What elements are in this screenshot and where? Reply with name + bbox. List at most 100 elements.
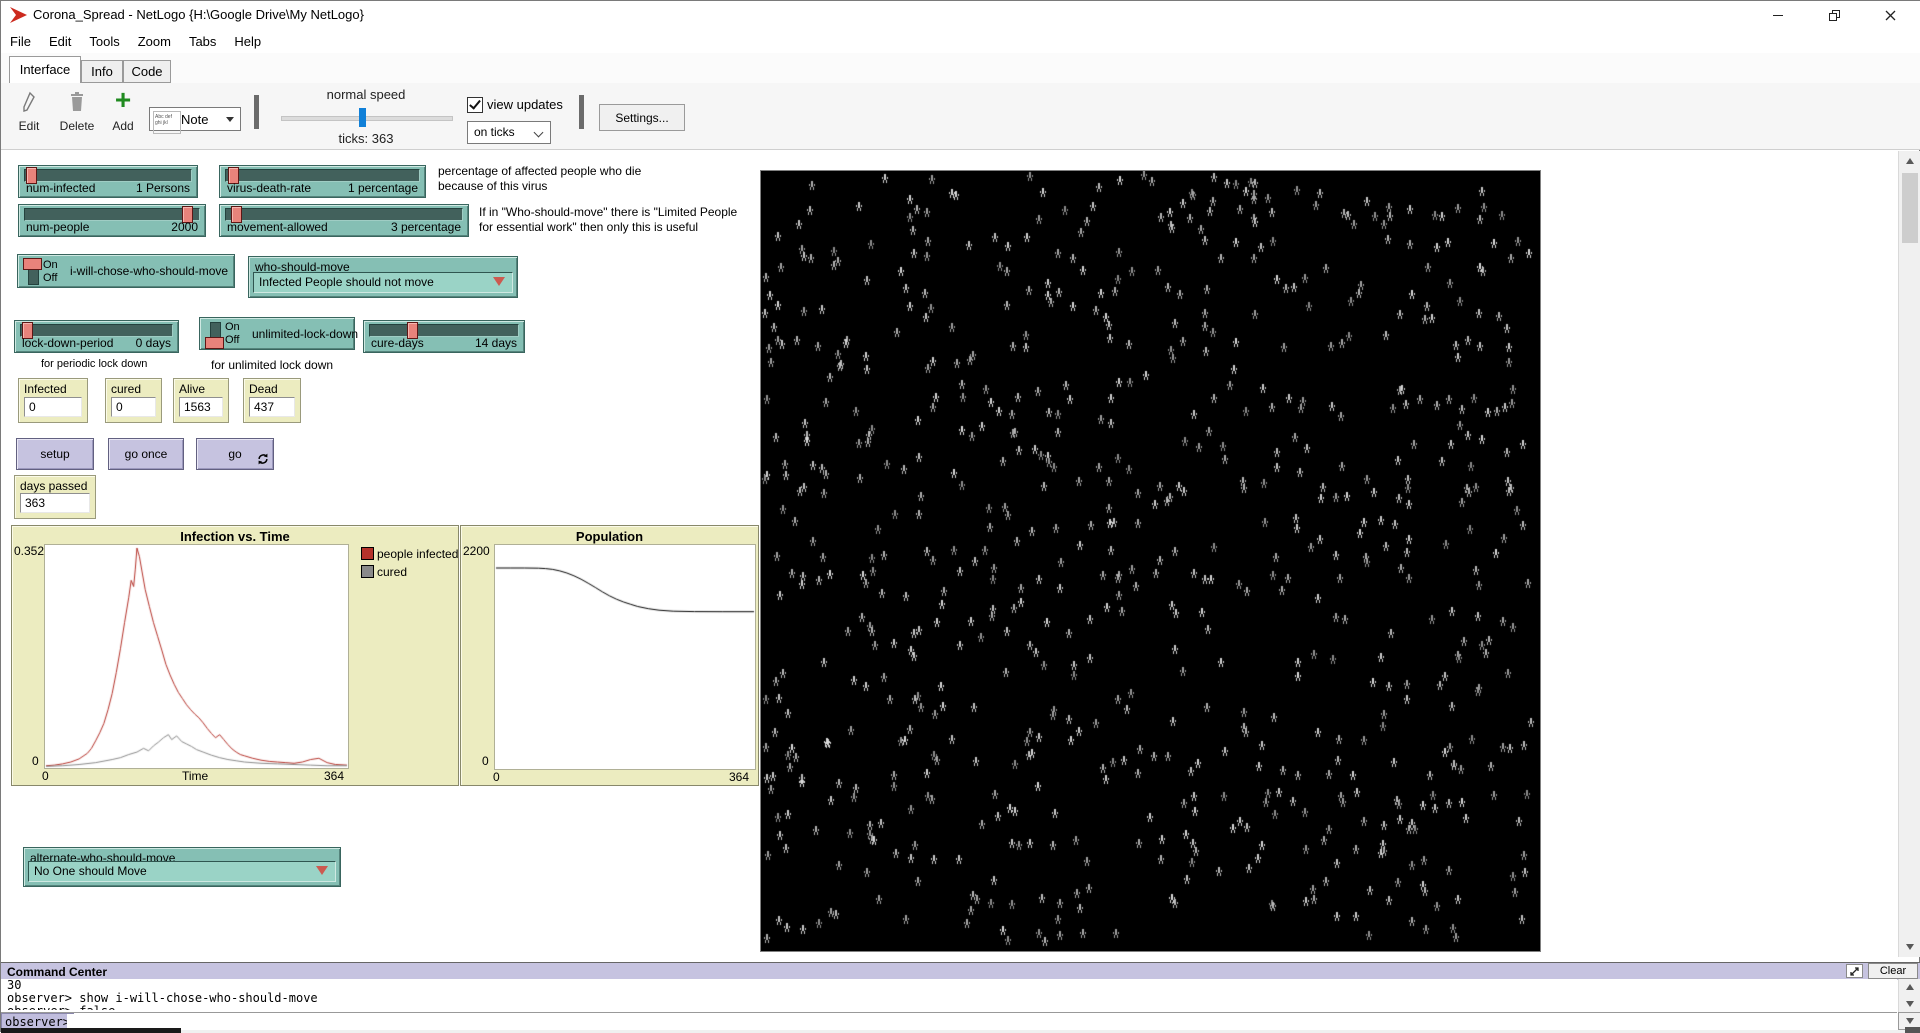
x-axis-max-label: 364 (324, 769, 344, 783)
setup-button[interactable]: setup (16, 438, 94, 470)
switch-on-label: On (43, 260, 58, 271)
go-button[interactable]: go (196, 438, 274, 470)
monitor-dead: Dead437 (243, 378, 301, 423)
legend-label-cured: cured (377, 565, 407, 579)
monitor-days-passed: days passed363 (14, 475, 96, 519)
chooser-arrow-icon (316, 866, 328, 875)
slider-num-people[interactable]: num-people 2000 (18, 204, 206, 237)
menu-tabs[interactable]: Tabs (180, 34, 225, 49)
tab-interface[interactable]: Interface (9, 56, 81, 83)
main-scrollbar[interactable] (1898, 151, 1920, 957)
chooser-who-should-move[interactable]: who-should-move Infected People should n… (248, 256, 518, 298)
restore-button[interactable] (1811, 1, 1857, 29)
menu-help[interactable]: Help (225, 34, 270, 49)
monitor-value: 363 (20, 493, 90, 513)
tab-info[interactable]: Info (81, 60, 123, 83)
ticks-counter: ticks: 363 (291, 131, 441, 146)
command-center-expand-button[interactable] (1846, 964, 1863, 978)
clear-button[interactable]: Clear (1868, 963, 1918, 979)
view-updates-label: view updates (487, 97, 563, 112)
widget-type-dropdown[interactable]: Abc def ghi jkl Note (149, 107, 241, 131)
go-once-button-label: go once (125, 447, 168, 461)
output-scroll-up[interactable] (1900, 979, 1920, 995)
slider-name: virus-death-rate (227, 181, 311, 195)
trash-icon (69, 91, 85, 113)
slider-name: num-people (26, 220, 89, 234)
switch-i-will-chose-who-should-move[interactable]: On Off i-will-chose-who-should-move (17, 254, 235, 288)
edit-tool-button[interactable] (15, 91, 43, 115)
menu-tools[interactable]: Tools (80, 34, 128, 49)
chooser-value[interactable]: No One should Move (28, 861, 336, 882)
speed-slider-handle[interactable] (359, 108, 366, 127)
slider-num-infected[interactable]: num-infected1 Persons (18, 165, 198, 198)
monitor-value: 1563 (179, 397, 223, 417)
scroll-up-button[interactable] (1900, 152, 1920, 170)
minimize-button[interactable] (1755, 1, 1801, 29)
slider-value: 1 Persons (136, 181, 190, 195)
scrollbar-thumb[interactable] (1902, 173, 1918, 243)
output-scroll-down[interactable] (1900, 996, 1920, 1012)
view-updates-checkbox[interactable] (467, 97, 483, 113)
speed-slider-label: normal speed (291, 87, 441, 102)
command-center-title: Command Center (7, 965, 107, 979)
legend-swatch-cured (361, 565, 374, 578)
slider-value: 14 days (475, 336, 517, 350)
note-movement: If in "Who-should-move" there is "Limite… (479, 205, 737, 235)
menu-file[interactable]: File (1, 34, 40, 49)
slider-cure-days[interactable]: cure-days14 days (363, 320, 525, 353)
close-button[interactable] (1867, 1, 1913, 29)
menu-zoom[interactable]: Zoom (129, 34, 180, 49)
monitor-value: 0 (111, 397, 156, 417)
monitor-infected: Infected0 (18, 378, 88, 423)
scroll-up-icon (1906, 158, 1914, 164)
switch-knob[interactable] (205, 337, 224, 349)
chooser-alternate-who-should-move[interactable]: alternate-who-should-move No One should … (23, 847, 341, 887)
update-mode-dropdown[interactable]: on ticks (467, 121, 551, 144)
chooser-value[interactable]: Infected People should not move (253, 272, 513, 293)
add-widget-button[interactable]: + (109, 85, 137, 115)
tab-code[interactable]: Code (123, 60, 171, 83)
x-axis-min-label: 0 (493, 770, 500, 784)
plot-canvas (494, 544, 756, 770)
dropdown-arrow-icon (226, 117, 234, 122)
monitor-value: 437 (249, 397, 295, 417)
chooser-value-text: No One should Move (34, 864, 147, 878)
scroll-down-icon (1906, 944, 1914, 950)
setup-button-label: setup (40, 447, 69, 461)
switch-unlimited-lock-down[interactable]: On Off unlimited-lock-down (199, 317, 355, 350)
x-axis-min-label: 0 (42, 769, 49, 783)
output-scrollbar[interactable] (1898, 979, 1920, 1012)
note-periodic-lockdown: for periodic lock down (41, 357, 147, 372)
plot-title: Infection vs. Time (12, 529, 458, 544)
world-view[interactable] (760, 170, 1541, 952)
command-center-output[interactable]: 30 observer> show i-will-chose-who-shoul… (1, 979, 1897, 1010)
slider-value: 2000 (171, 220, 198, 234)
command-center-header: Command Center Clear (1, 962, 1920, 980)
y-axis-max-label: 2200 (463, 544, 490, 558)
switch-on-label: On (225, 322, 240, 333)
switch-knob[interactable] (23, 258, 42, 270)
netlogo-logo-icon (9, 6, 29, 24)
chooser-arrow-icon (493, 277, 505, 286)
settings-button[interactable]: Settings... (599, 104, 685, 131)
y-axis-min-label: 0 (482, 754, 489, 768)
switch-name: i-will-chose-who-should-move (70, 264, 228, 278)
taskbar-fragment (1, 1028, 181, 1033)
update-mode-value: on ticks (474, 125, 515, 139)
go-button-label: go (228, 447, 241, 461)
tab-strip: Interface Info Code (1, 53, 1920, 84)
command-input[interactable] (67, 1014, 1891, 1031)
scroll-down-button[interactable] (1900, 938, 1920, 956)
slider-movement-allowed[interactable]: movement-allowed3 percentage (219, 204, 469, 237)
slider-value: 3 percentage (391, 220, 461, 234)
menu-edit[interactable]: Edit (40, 34, 80, 49)
speed-slider-track[interactable] (281, 116, 453, 121)
menu-bar: File Edit Tools Zoom Tabs Help (1, 29, 1920, 53)
go-once-button[interactable]: go once (108, 438, 184, 470)
y-axis-min-label: 0 (32, 754, 39, 768)
delete-tool-button[interactable] (63, 91, 91, 115)
slider-lock-down-period[interactable]: lock-down-period0 days (14, 320, 179, 353)
scroll-down-icon (1906, 1001, 1914, 1007)
slider-virus-death-rate[interactable]: virus-death-rate1 percentage (219, 165, 426, 198)
monitor-cured: cured0 (105, 378, 162, 423)
